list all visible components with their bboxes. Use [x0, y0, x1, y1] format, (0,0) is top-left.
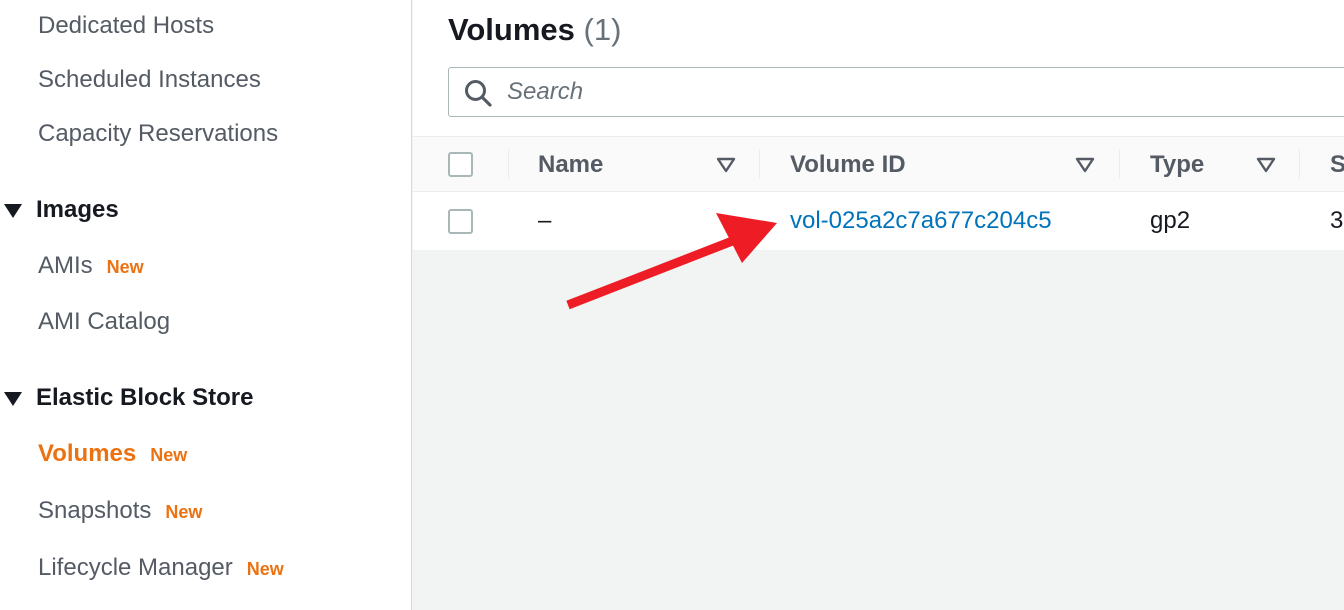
sidebar-item-label: Snapshots: [38, 497, 152, 524]
sidebar-section-elastic-block-store[interactable]: Elastic Block Store: [4, 384, 253, 412]
search-box[interactable]: [448, 67, 1344, 117]
select-all-checkbox[interactable]: [448, 152, 473, 177]
sidebar-item-ami-catalog[interactable]: AMI Catalog: [38, 308, 170, 336]
cell-name: –: [538, 207, 552, 234]
sidebar-section-label: Elastic Block Store: [36, 384, 254, 411]
column-divider: [759, 149, 760, 179]
sidebar-section-images[interactable]: Images: [4, 196, 119, 224]
new-badge: New: [150, 445, 188, 465]
sidebar-item-label: Scheduled Instances: [38, 66, 261, 93]
caret-down-icon: [4, 204, 22, 218]
volumes-panel: Volumes (1) Name Volume ID: [413, 0, 1344, 250]
sidebar-nav: Dedicated Hosts Scheduled Instances Capa…: [0, 0, 412, 610]
sidebar-item-label: Volumes: [38, 440, 137, 467]
column-divider: [1299, 149, 1300, 179]
search-icon: [465, 80, 492, 107]
sidebar-item-amis[interactable]: AMIs New: [38, 252, 144, 280]
table-row[interactable]: – vol-025a2c7a677c204c5 gp2 3: [413, 193, 1344, 250]
column-header-name[interactable]: Name: [538, 151, 603, 179]
cell-size: 3: [1330, 207, 1344, 234]
table-header: Name Volume ID Type S: [413, 136, 1344, 192]
column-header-type[interactable]: Type: [1150, 151, 1204, 179]
sidebar-item-dedicated-hosts[interactable]: Dedicated Hosts: [38, 12, 214, 40]
new-badge: New: [246, 559, 284, 579]
sidebar-item-label: Lifecycle Manager: [38, 554, 233, 581]
sort-icon[interactable]: [1256, 156, 1276, 174]
sidebar-item-volumes[interactable]: Volumes New: [38, 440, 187, 468]
cell-type: gp2: [1150, 207, 1191, 234]
new-badge: New: [106, 257, 144, 277]
sort-icon[interactable]: [716, 156, 736, 174]
page-title: Volumes (1): [448, 12, 621, 48]
sort-icon[interactable]: [1075, 156, 1095, 174]
caret-down-icon: [4, 392, 22, 406]
ec2-console: Dedicated Hosts Scheduled Instances Capa…: [0, 0, 1344, 610]
sidebar-item-label: AMI Catalog: [38, 308, 171, 335]
column-divider: [508, 149, 509, 179]
sidebar-item-snapshots[interactable]: Snapshots New: [38, 497, 202, 525]
sidebar-item-capacity-reservations[interactable]: Capacity Reservations: [38, 120, 278, 148]
column-header-size[interactable]: S: [1330, 151, 1344, 179]
sidebar-item-lifecycle-manager[interactable]: Lifecycle Manager New: [38, 554, 284, 582]
volume-id-link[interactable]: vol-025a2c7a677c204c5: [790, 207, 1052, 235]
column-header-volume-id[interactable]: Volume ID: [790, 151, 906, 179]
column-divider: [1119, 149, 1120, 179]
page-title-text: Volumes: [448, 12, 575, 47]
new-badge: New: [165, 502, 203, 522]
main-content: Volumes (1) Name Volume ID: [413, 0, 1344, 610]
sidebar-item-scheduled-instances[interactable]: Scheduled Instances: [38, 66, 261, 94]
row-checkbox[interactable]: [448, 209, 473, 234]
sidebar-section-label: Images: [36, 196, 119, 223]
volume-count: (1): [583, 12, 622, 47]
sidebar-item-label: Dedicated Hosts: [38, 12, 215, 39]
search-input[interactable]: [507, 76, 1327, 108]
sidebar-item-label: AMIs: [38, 252, 93, 279]
sidebar-item-label: Capacity Reservations: [38, 120, 279, 147]
